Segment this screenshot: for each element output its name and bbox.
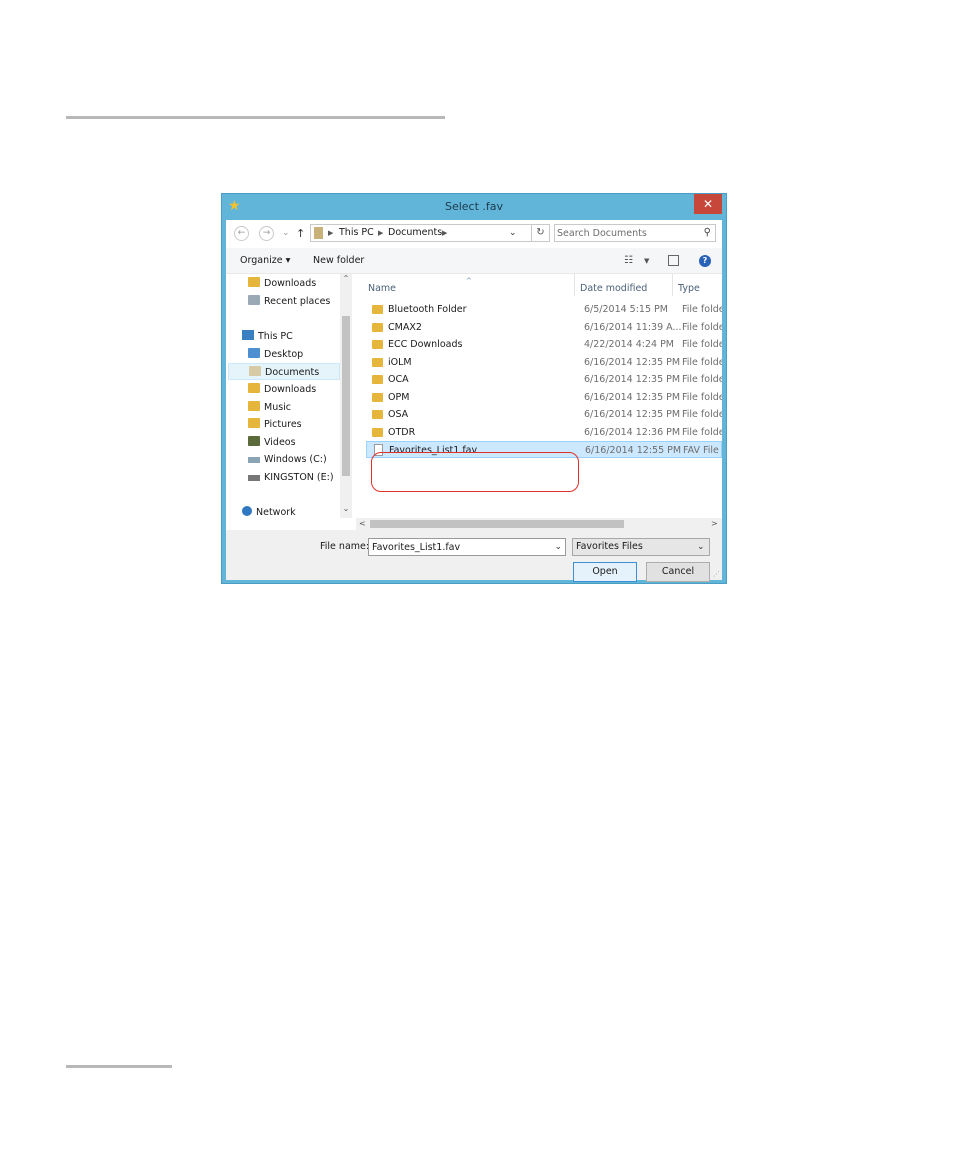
folder-icon	[372, 428, 383, 437]
computer-icon	[242, 330, 254, 340]
close-button[interactable]: ✕	[694, 194, 722, 214]
folder-icon	[372, 340, 383, 349]
nav-item-desktop[interactable]: Desktop	[248, 346, 303, 363]
downloads-folder-icon	[248, 383, 260, 393]
column-divider[interactable]	[574, 274, 575, 296]
folder-icon	[372, 375, 383, 384]
file-name-label: File name:	[320, 541, 370, 552]
search-icon[interactable]: ⚲	[704, 225, 711, 241]
file-type-value: Favorites Files	[576, 541, 643, 552]
table-row[interactable]: OCA6/16/2014 12:35 PMFile folder	[366, 371, 722, 388]
breadcrumb-chevron-icon: ▶	[442, 229, 448, 237]
navigation-pane: Downloads Recent places This PC Desktop …	[226, 274, 356, 518]
usb-drive-icon	[248, 475, 260, 481]
nav-item-videos[interactable]: Videos	[248, 434, 296, 451]
dialog-footer: File name: ⌄ Favorites Files ⌄ Open Canc…	[226, 530, 722, 582]
table-row[interactable]: OTDR6/16/2014 12:36 PMFile folder	[366, 424, 722, 441]
breadcrumb-chevron-icon: ▶	[328, 229, 334, 237]
nav-item-music[interactable]: Music	[248, 399, 291, 416]
up-arrow-icon[interactable]: ↑	[296, 226, 305, 241]
nav-item-pictures[interactable]: Pictures	[248, 416, 302, 433]
file-list-horizontal-scrollbar[interactable]: < >	[356, 518, 722, 530]
select-fav-dialog: ★ Select .fav ✕ ← → ⌄ ↑ ▶ This PC ▶ Docu…	[221, 193, 727, 584]
nav-item-downloads[interactable]: Downloads	[248, 381, 316, 398]
scrollbar-thumb[interactable]	[342, 316, 350, 476]
dialog-title: Select .fav	[444, 200, 504, 213]
breadcrumb-documents[interactable]: Documents	[388, 225, 442, 241]
chevron-down-icon[interactable]: ⌄	[697, 539, 705, 555]
folder-icon	[372, 410, 383, 419]
column-header-name[interactable]: Name	[368, 274, 396, 300]
music-folder-icon	[248, 401, 260, 411]
downloads-folder-icon	[248, 277, 260, 287]
column-header-date-modified[interactable]: Date modified	[580, 274, 647, 300]
preview-pane-icon[interactable]	[668, 255, 679, 266]
documents-folder-icon	[249, 366, 261, 376]
search-box[interactable]: ⚲	[554, 224, 716, 242]
scroll-up-icon[interactable]: ⌃	[340, 274, 352, 283]
nav-item-recent-places[interactable]: Recent places	[248, 293, 330, 310]
address-dropdown-icon[interactable]: ⌄	[509, 225, 517, 241]
cancel-button[interactable]: Cancel	[646, 562, 710, 582]
nav-item-windows-c[interactable]: Windows (C:)	[248, 451, 327, 468]
top-rule	[66, 116, 445, 119]
scroll-left-icon[interactable]: <	[359, 518, 366, 530]
chevron-down-icon[interactable]: ⌄	[554, 539, 562, 555]
column-header-type[interactable]: Type	[678, 274, 700, 300]
file-name-combobox[interactable]: ⌄	[368, 538, 566, 556]
address-row: ← → ⌄ ↑ ▶ This PC ▶ Documents ▶ ⌄ ↻ ⚲	[226, 220, 722, 248]
recent-locations-icon[interactable]: ⌄	[282, 226, 290, 241]
network-icon	[242, 506, 252, 516]
nav-item-network[interactable]: Network	[242, 504, 296, 521]
refresh-icon[interactable]: ↻	[532, 224, 550, 242]
view-dropdown-icon[interactable]: ▼	[644, 254, 649, 268]
table-row[interactable]: OSA6/16/2014 12:35 PMFile folder	[366, 406, 722, 423]
view-options-icon[interactable]: ☷	[624, 254, 633, 268]
column-divider[interactable]	[672, 274, 673, 296]
command-bar: Organize ▾ New folder ☷ ▼ ?	[226, 248, 722, 274]
table-row[interactable]: ECC Downloads 4/22/2014 4:24 PM File folde…	[366, 336, 722, 353]
search-input[interactable]	[557, 226, 697, 240]
sort-ascending-icon: ^	[466, 277, 472, 285]
bottom-rule	[66, 1065, 172, 1068]
folder-icon	[372, 358, 383, 367]
nav-item-this-pc[interactable]: This PC	[242, 328, 293, 345]
scrollbar-thumb[interactable]	[370, 520, 624, 528]
dialog-client: ← → ⌄ ↑ ▶ This PC ▶ Documents ▶ ⌄ ↻ ⚲ Or…	[226, 220, 722, 582]
pictures-folder-icon	[248, 418, 260, 428]
nav-item-downloads-favorite[interactable]: Downloads	[248, 275, 316, 292]
videos-folder-icon	[248, 436, 260, 446]
desktop-folder-icon	[248, 348, 260, 358]
back-arrow-icon[interactable]: ←	[234, 226, 249, 241]
title-bar[interactable]: ★ Select .fav ✕	[222, 194, 726, 220]
organize-button[interactable]: Organize ▾	[240, 248, 290, 274]
scroll-right-icon[interactable]: >	[711, 518, 718, 530]
table-row[interactable]: OPM6/16/2014 12:35 PMFile folder	[366, 389, 722, 406]
table-row[interactable]: CMAX26/16/2014 11:39 A...File folder	[366, 319, 722, 336]
table-row[interactable]: Bluetooth Folder 6/5/2014 5:15 PM File fol…	[366, 301, 722, 318]
recent-places-icon	[248, 295, 260, 305]
navigation-scrollbar[interactable]: ⌃ ⌄	[340, 274, 352, 518]
breadcrumb-chevron-icon: ▶	[378, 229, 384, 237]
table-row[interactable]: iOLM6/16/2014 12:35 PMFile folder	[366, 354, 722, 371]
address-bar[interactable]: ▶ This PC ▶ Documents ▶ ⌄	[310, 224, 532, 242]
folder-icon	[372, 393, 383, 402]
breadcrumb-this-pc[interactable]: This PC	[339, 225, 374, 241]
resize-grip-icon[interactable]: ⋰	[713, 570, 720, 578]
open-button[interactable]: Open	[573, 562, 637, 582]
file-name-input[interactable]	[372, 540, 548, 554]
drive-icon	[248, 457, 260, 463]
file-type-select[interactable]: Favorites Files ⌄	[572, 538, 710, 556]
highlight-ring	[371, 452, 579, 492]
new-folder-button[interactable]: New folder	[313, 248, 364, 274]
nav-item-kingston-e[interactable]: KINGSTON (E:)	[248, 469, 334, 486]
folder-icon	[372, 323, 383, 332]
scroll-down-icon[interactable]: ⌄	[340, 504, 352, 513]
forward-arrow-icon[interactable]: →	[259, 226, 274, 241]
help-icon[interactable]: ?	[699, 255, 711, 267]
nav-item-documents[interactable]: Documents	[228, 363, 340, 380]
folder-icon	[372, 305, 383, 314]
folder-location-icon	[314, 227, 323, 239]
